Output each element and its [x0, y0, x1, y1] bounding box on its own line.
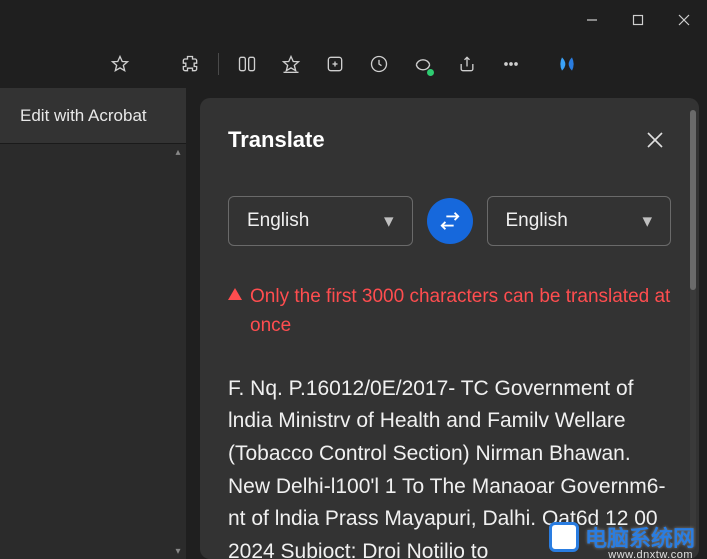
- close-window-button[interactable]: [661, 0, 707, 40]
- right-container: Translate English ▾ English: [186, 88, 707, 559]
- split-screen-icon[interactable]: [225, 44, 269, 84]
- toolbar-separator: [218, 53, 219, 75]
- extensions-icon[interactable]: [168, 44, 212, 84]
- panel-title: Translate: [228, 127, 325, 153]
- copilot-icon[interactable]: [545, 44, 589, 84]
- favorites-list-icon[interactable]: [269, 44, 313, 84]
- source-language-label: English: [247, 210, 309, 232]
- browser-toolbar: [0, 40, 707, 88]
- history-icon[interactable]: [357, 44, 401, 84]
- watermark-url: www.dnxtw.com: [608, 549, 693, 559]
- warning-message: Only the first 3000 characters can be tr…: [228, 282, 671, 341]
- swap-languages-button[interactable]: [427, 198, 473, 244]
- language-row: English ▾ English ▾: [228, 196, 671, 246]
- performance-icon[interactable]: [401, 44, 445, 84]
- sidebar-scrollbar[interactable]: ▴ ▾: [170, 144, 186, 559]
- performance-status-dot: [427, 69, 434, 76]
- target-language-label: English: [506, 210, 568, 232]
- chevron-down-icon: ▾: [642, 210, 652, 233]
- sidebar-body: ▴ ▾: [0, 144, 186, 559]
- left-sidebar: Edit with Acrobat ▴ ▾: [0, 88, 186, 559]
- panel-scrollbar[interactable]: [690, 110, 696, 547]
- warning-text: Only the first 3000 characters can be tr…: [250, 282, 671, 341]
- source-language-select[interactable]: English ▾: [228, 196, 413, 246]
- chevron-down-icon: ▾: [384, 210, 394, 233]
- favorite-star-icon[interactable]: [98, 44, 142, 84]
- scroll-up-arrow[interactable]: ▴: [170, 144, 186, 160]
- maximize-button[interactable]: [615, 0, 661, 40]
- scroll-down-arrow[interactable]: ▾: [170, 543, 186, 559]
- share-icon[interactable]: [445, 44, 489, 84]
- close-panel-button[interactable]: [639, 124, 671, 156]
- panel-scrollbar-thumb[interactable]: [690, 110, 696, 290]
- warning-triangle-icon: [228, 288, 242, 300]
- translated-text: F. Nq. P.16012/0E/2017- TC Government of…: [228, 373, 671, 559]
- more-icon[interactable]: [489, 44, 533, 84]
- close-icon: [646, 131, 664, 149]
- main-area: Edit with Acrobat ▴ ▾ Translate English …: [0, 88, 707, 559]
- window-titlebar: [0, 0, 707, 40]
- acrobat-label: Edit with Acrobat: [20, 106, 147, 126]
- minimize-button[interactable]: [569, 0, 615, 40]
- target-language-select[interactable]: English ▾: [487, 196, 672, 246]
- swap-icon: [439, 210, 461, 232]
- acrobat-button[interactable]: Edit with Acrobat: [0, 88, 186, 144]
- translate-panel: Translate English ▾ English: [200, 98, 699, 559]
- collections-icon[interactable]: [313, 44, 357, 84]
- panel-header: Translate: [228, 124, 671, 156]
